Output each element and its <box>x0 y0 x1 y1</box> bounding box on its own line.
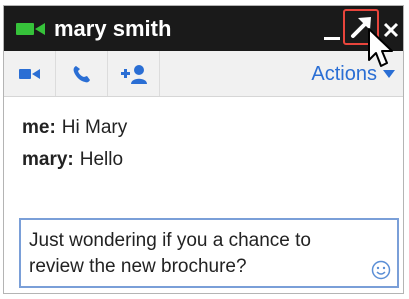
mouse-pointer-icon <box>368 28 393 67</box>
contact-name: mary smith <box>54 16 172 41</box>
add-person-button[interactable] <box>108 51 160 96</box>
message-sender: mary: <box>22 149 74 170</box>
emoticon-icon[interactable] <box>371 260 391 280</box>
title-bar: mary smith <box>4 6 403 51</box>
voice-call-button[interactable] <box>56 51 108 96</box>
message-input[interactable]: Just wondering if you a chance to review… <box>19 218 399 288</box>
message-text: Hello <box>79 149 124 170</box>
chat-window: mary smith Actions me: Hi Mary mary: Hel… <box>3 5 404 294</box>
chat-toolbar: Actions <box>4 51 403 97</box>
message: me: Hi Mary <box>22 116 127 140</box>
message-list: me: Hi Mary mary: Hello <box>22 116 127 180</box>
phone-icon <box>73 65 90 82</box>
video-call-button[interactable] <box>4 51 56 96</box>
message-text: Hi Mary <box>61 117 128 138</box>
video-camera-icon <box>18 68 40 79</box>
add-person-icon <box>120 64 147 84</box>
minimize-button[interactable] <box>322 16 344 44</box>
video-status-icon <box>16 23 45 35</box>
message-sender: me: <box>22 117 56 138</box>
message-input-text[interactable]: Just wondering if you a chance to review… <box>29 228 359 280</box>
message: mary: Hello <box>22 148 127 172</box>
